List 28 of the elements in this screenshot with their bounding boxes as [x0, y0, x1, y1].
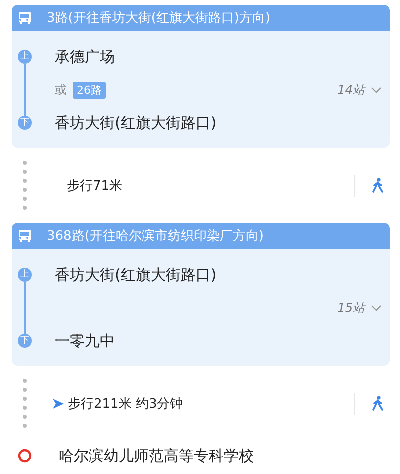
stop-name: 香坊大街(红旗大街路口)	[55, 266, 217, 284]
chevron-down-icon[interactable]	[371, 86, 382, 94]
stop-name: 香坊大街(红旗大街路口)	[55, 114, 217, 132]
stop-marker: 上	[18, 268, 32, 282]
destination-name: 哈尔滨幼儿师范高等专科学校	[59, 446, 254, 466]
stop-marker: 上	[18, 50, 32, 64]
route-title: 3路(开往香坊大街(红旗大街路口)方向)	[47, 10, 271, 27]
bus-icon	[18, 11, 32, 25]
dotted-connector	[23, 379, 27, 428]
route-line	[24, 64, 26, 116]
destination-circle-icon	[18, 449, 32, 463]
alternative-label: 或	[55, 82, 67, 98]
walk-distance: 步行211米 约3分钟	[68, 396, 184, 412]
stop-name: 一零九中	[55, 332, 115, 350]
stop-marker: 下	[18, 334, 32, 348]
walk-distance: 步行71米	[67, 178, 123, 194]
walking-person-icon[interactable]	[372, 178, 384, 193]
route-title: 368路(开往哈尔滨市纺织印染厂方向)	[47, 228, 264, 245]
stop-count[interactable]: 15站	[338, 300, 365, 316]
route-tag[interactable]: 26路	[73, 82, 106, 98]
bus-icon	[18, 229, 32, 243]
stop-marker: 下	[18, 116, 32, 130]
stop-count[interactable]: 14站	[338, 82, 365, 98]
dotted-connector	[23, 161, 27, 210]
stop-name: 承德广场	[55, 48, 115, 66]
walking-person-icon[interactable]	[372, 396, 384, 411]
route-line	[24, 282, 26, 334]
chevron-down-icon[interactable]	[371, 304, 382, 312]
